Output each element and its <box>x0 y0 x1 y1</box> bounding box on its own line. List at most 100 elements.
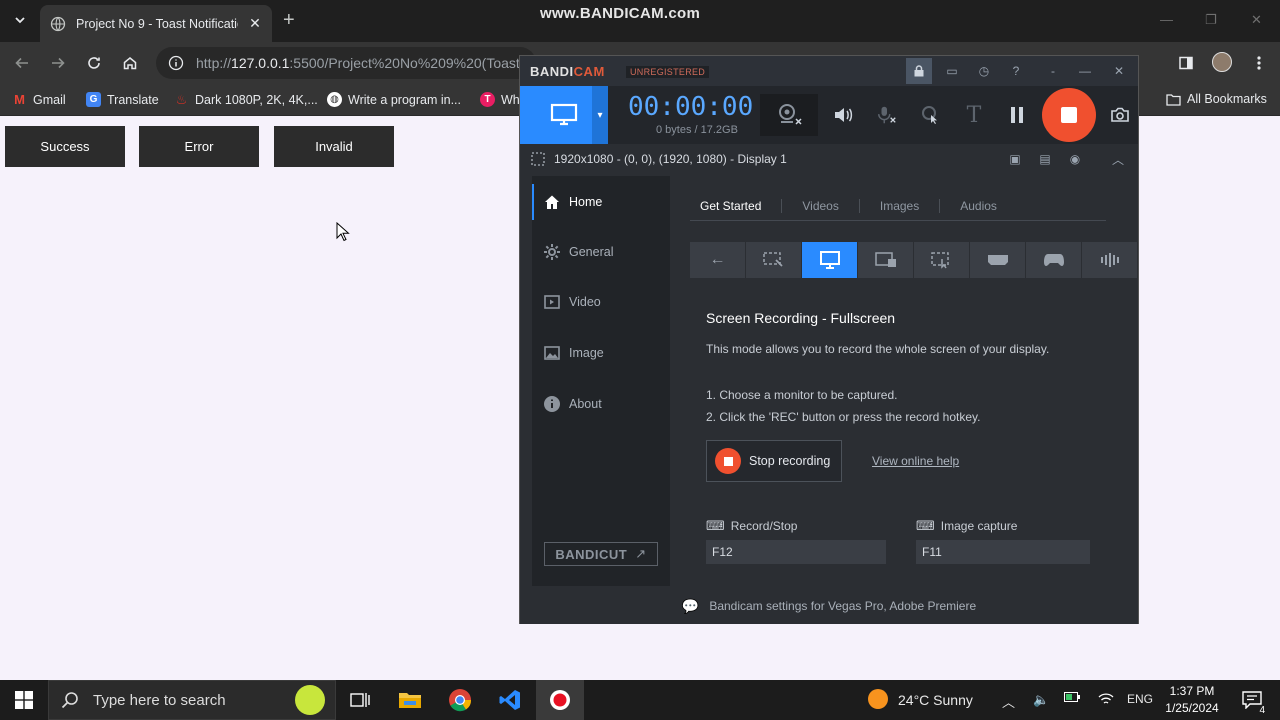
minimize-icon[interactable]: — <box>1076 62 1094 80</box>
bookmark-favicon: ♨ <box>175 91 188 107</box>
bookmark-wh[interactable]: T Wh <box>480 92 520 107</box>
stop-recording-button[interactable]: Stop recording <box>706 440 842 482</box>
tab-videos[interactable]: Videos <box>781 199 858 213</box>
rectangle-mode-icon[interactable] <box>746 242 801 278</box>
audio-mode-icon[interactable] <box>1082 242 1137 278</box>
back-arrow-icon[interactable]: ← <box>690 242 745 278</box>
success-button[interactable]: Success <box>5 126 125 167</box>
weather-text[interactable]: 24°C Sunny <box>898 692 973 708</box>
speaker-button[interactable] <box>832 104 854 126</box>
vscode-button[interactable] <box>486 680 534 720</box>
new-tab-button[interactable]: + <box>283 10 295 30</box>
bandicam-taskbar-button[interactable] <box>536 680 584 720</box>
task-view-button[interactable] <box>336 680 384 720</box>
clock[interactable]: 1:37 PM 1/25/2024 <box>1160 683 1224 717</box>
chrome-button[interactable] <box>436 680 484 720</box>
tab-search-button[interactable] <box>8 8 32 32</box>
tab-images[interactable]: Images <box>858 199 939 213</box>
screenshot-button[interactable] <box>1109 104 1131 126</box>
chrome-icon <box>449 689 472 712</box>
language-indicator[interactable]: ENG <box>1127 692 1153 706</box>
home-button[interactable] <box>120 53 140 73</box>
minimize-window-icon[interactable]: — <box>1160 12 1173 27</box>
restore-window-icon[interactable]: ❐ <box>1205 12 1217 28</box>
record-indicator-icon <box>715 448 741 474</box>
folder-icon[interactable]: ▭ <box>943 62 961 80</box>
tab-close-icon[interactable]: ✕ <box>248 15 262 32</box>
clock-icon[interactable]: ◷ <box>975 62 993 80</box>
broadcast-icon[interactable]: ◉ <box>1066 150 1084 168</box>
search-icon <box>61 692 78 709</box>
file-explorer-button[interactable] <box>386 680 434 720</box>
volume-icon[interactable]: 🔈 <box>1033 692 1049 708</box>
all-bookmarks[interactable]: All Bookmarks <box>1166 92 1267 106</box>
window-mode-icon[interactable] <box>858 242 913 278</box>
profile-avatar[interactable] <box>1212 52 1232 72</box>
record-hotkey-field[interactable]: F12 <box>706 540 886 564</box>
lock-button[interactable] <box>906 58 932 84</box>
weather-icon[interactable] <box>868 689 888 712</box>
selection-area-icon[interactable] <box>530 151 546 167</box>
close-window-icon[interactable]: ✕ <box>1251 12 1262 28</box>
sidebar-item-general[interactable]: General <box>532 234 670 270</box>
pause-button[interactable] <box>1006 104 1028 126</box>
forward-button[interactable] <box>48 53 68 73</box>
error-button[interactable]: Error <box>139 126 259 167</box>
back-button[interactable] <box>12 53 32 73</box>
reload-button[interactable] <box>84 53 104 73</box>
chevron-up-icon[interactable]: ︿ <box>1002 692 1015 711</box>
wifi-icon[interactable] <box>1098 692 1114 706</box>
start-button[interactable] <box>0 680 48 720</box>
image-icon <box>544 346 560 360</box>
mouse-area-mode-icon[interactable] <box>914 242 969 278</box>
sidebar-item-video[interactable]: Video <box>532 284 670 320</box>
fullscreen-mode-icon[interactable] <box>802 242 857 278</box>
bookmark-translate[interactable]: G Translate <box>86 92 159 107</box>
collapse-icon[interactable]: - <box>1044 62 1062 80</box>
speaker-icon <box>835 108 853 122</box>
taskbar-search[interactable]: Type here to search <box>48 680 336 720</box>
close-icon[interactable]: ✕ <box>1110 62 1128 80</box>
notifications-button[interactable]: 4 <box>1232 680 1272 720</box>
image-hotkey-field[interactable]: F11 <box>916 540 1090 564</box>
mouse-effect-button[interactable] <box>920 104 942 126</box>
sidebar-item-home[interactable]: Home <box>532 184 670 220</box>
hdmi-mode-icon[interactable] <box>970 242 1025 278</box>
chevron-up-icon[interactable]: ︿ <box>1109 150 1127 168</box>
sidebar-item-about[interactable]: About <box>532 386 670 422</box>
home-tabs: Get Started Videos Images Audios <box>690 196 1017 216</box>
help-icon[interactable]: ? <box>1007 62 1025 80</box>
image-icon[interactable]: ▤ <box>1036 150 1054 168</box>
browser-menu-button[interactable] <box>1248 52 1270 74</box>
side-panel-button[interactable] <box>1175 52 1197 74</box>
record-icon <box>550 690 570 710</box>
bandicut-button[interactable]: BANDICUT ↗ <box>544 542 658 566</box>
clock-date: 1/25/2024 <box>1165 701 1219 715</box>
bandicam-sidebar: Home General Video Image About BANDICUT … <box>532 176 670 586</box>
invalid-button[interactable]: Invalid <box>274 126 394 167</box>
sidebar-item-image[interactable]: Image <box>532 335 670 371</box>
bandicam-footer[interactable]: 💬 Bandicam settings for Vegas Pro, Adobe… <box>520 588 1138 624</box>
text-overlay-icon[interactable]: T <box>963 103 985 128</box>
video-record-icon[interactable]: ▣ <box>1006 150 1024 168</box>
vscode-icon <box>499 690 520 710</box>
tab-get-started[interactable]: Get Started <box>690 199 781 213</box>
webcam-button[interactable] <box>760 94 818 136</box>
bookmark-gmail[interactable]: M Gmail <box>12 92 66 107</box>
mode-dropdown-button[interactable]: ▾ <box>592 86 608 144</box>
arrow-right-icon <box>52 57 65 69</box>
more-vertical-icon <box>1257 56 1261 70</box>
battery-icon[interactable] <box>1064 692 1080 702</box>
address-bar[interactable]: http://127.0.0.1:5500/Project%20No%209%2… <box>156 47 536 79</box>
microphone-button[interactable] <box>876 104 898 126</box>
bookmark-write-program[interactable]: ◍ Write a program in... <box>327 92 461 107</box>
tab-audios[interactable]: Audios <box>939 199 1017 213</box>
browser-tab-active[interactable]: Project No 9 - Toast Notification ✕ <box>40 5 272 42</box>
game-mode-icon[interactable] <box>1026 242 1081 278</box>
stop-record-button[interactable] <box>1042 88 1096 142</box>
site-info-icon[interactable] <box>168 55 184 71</box>
online-help-link[interactable]: View online help <box>872 454 959 468</box>
bookmark-dark-wallpapers[interactable]: ♨ Dark 1080P, 2K, 4K,... <box>174 92 318 107</box>
task-view-icon <box>350 693 370 707</box>
bandicam-window: BANDICAM UNREGISTERED ▭ ◷ ? - — ✕ ▾ 00:0… <box>519 55 1139 624</box>
